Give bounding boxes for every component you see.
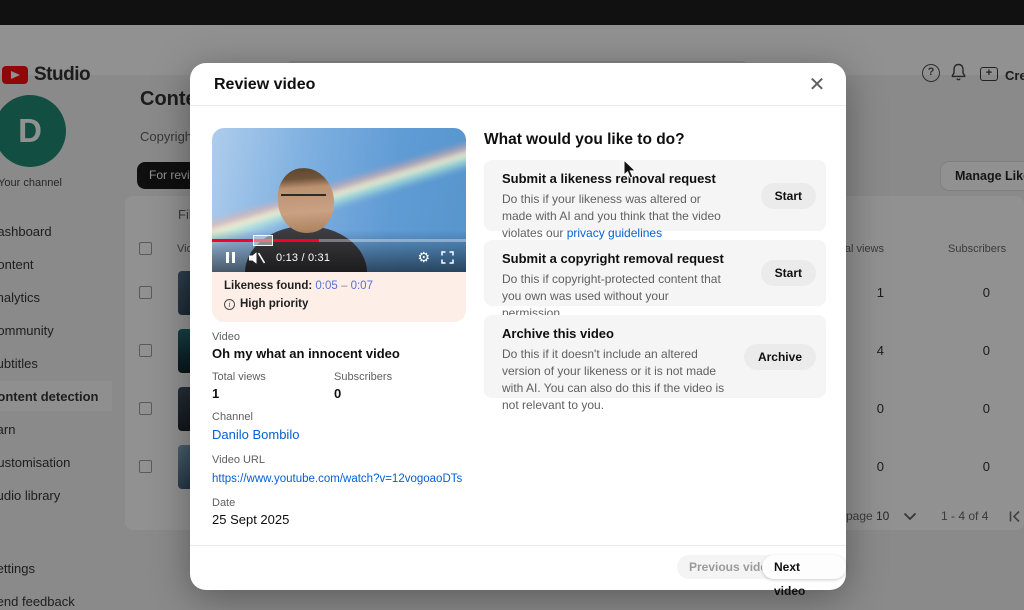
option-archive-video: Archive this video Do this if it doesn't… (484, 315, 826, 398)
fullscreen-icon[interactable] (441, 251, 454, 264)
video-url-label: Video URL (212, 454, 476, 466)
video-player[interactable]: 0:13 / 0:31 ⚙ (212, 128, 466, 272)
option-description: Do this if it doesn't include an altered… (502, 347, 724, 412)
likeness-end-timestamp[interactable]: 0:07 (351, 280, 373, 292)
date-value: 25 Sept 2025 (212, 512, 476, 527)
timestamp-separator: – (341, 280, 347, 292)
dialog-title: Review video (214, 76, 315, 94)
priority-label: High priority (240, 298, 308, 310)
next-video-button[interactable]: Next video (762, 555, 846, 579)
privacy-guidelines-link[interactable]: privacy guidelines (567, 226, 662, 240)
likeness-segment-marker[interactable] (253, 235, 273, 246)
archive-button[interactable]: Archive (744, 344, 816, 370)
pause-icon[interactable] (226, 252, 235, 263)
option-copyright-removal: Submit a copyright removal request Do th… (484, 240, 826, 306)
video-url-link[interactable]: https://www.youtube.com/watch?v=12vogoao… (212, 473, 462, 485)
option-title: Submit a likeness removal request (502, 171, 726, 186)
gear-icon[interactable]: ⚙ (417, 249, 430, 266)
info-icon: i (224, 299, 235, 310)
option-likeness-removal: Submit a likeness removal request Do thi… (484, 160, 826, 231)
likeness-start-timestamp[interactable]: 0:05 (315, 280, 337, 292)
divider (190, 545, 846, 546)
close-icon[interactable]: ✕ (804, 72, 830, 98)
thumbnail-person-glasses (281, 194, 327, 206)
muted-volume-icon[interactable] (248, 251, 266, 265)
divider (190, 105, 846, 106)
start-copyright-removal-button[interactable]: Start (761, 260, 816, 286)
total-views-value: 1 (212, 386, 334, 401)
option-description: Do this if copyright-protected content t… (502, 272, 721, 320)
video-details: Video Oh my what an innocent video Total… (212, 331, 476, 537)
option-title: Submit a copyright removal request (502, 251, 726, 266)
date-label: Date (212, 497, 476, 509)
question-heading: What would you like to do? (484, 131, 685, 149)
likeness-found-label: Likeness found: (224, 280, 312, 292)
channel-label: Channel (212, 411, 476, 423)
start-likeness-removal-button[interactable]: Start (761, 183, 816, 209)
mouse-cursor (623, 160, 639, 180)
likeness-found-banner: Likeness found: 0:05 – 0:07 i High prior… (212, 272, 466, 322)
progress-bar[interactable] (212, 239, 466, 242)
option-title: Archive this video (502, 326, 726, 341)
video-label: Video (212, 331, 476, 343)
total-views-label: Total views (212, 371, 334, 383)
video-title: Oh my what an innocent video (212, 346, 476, 361)
subscribers-value: 0 (334, 386, 392, 401)
review-video-dialog: Review video ✕ 0:13 / 0:31 ⚙ Likeness fo… (190, 63, 846, 590)
channel-link[interactable]: Danilo Bombilo (212, 427, 299, 442)
time-display: 0:13 / 0:31 (276, 252, 330, 264)
subscribers-label: Subscribers (334, 371, 392, 383)
